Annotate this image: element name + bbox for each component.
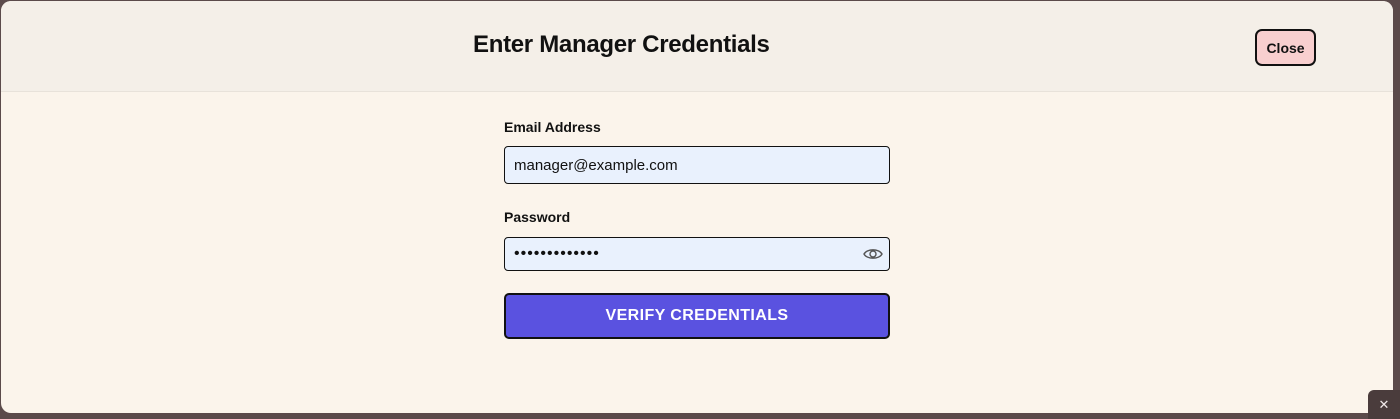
credentials-modal: Enter Manager Credentials Close Email Ad… — [1, 1, 1393, 413]
modal-title: Enter Manager Credentials — [473, 31, 770, 58]
email-label: Email Address — [504, 119, 601, 135]
eye-icon[interactable] — [862, 244, 884, 264]
email-input[interactable] — [504, 146, 890, 184]
modal-header: Enter Manager Credentials Close — [1, 1, 1393, 92]
password-input[interactable] — [504, 237, 890, 271]
corner-close-button[interactable]: ✕ — [1368, 390, 1400, 419]
close-button[interactable]: Close — [1255, 29, 1316, 66]
verify-credentials-button[interactable]: VERIFY CREDENTIALS — [504, 293, 890, 339]
password-label: Password — [504, 209, 571, 225]
close-icon: ✕ — [1378, 396, 1390, 412]
